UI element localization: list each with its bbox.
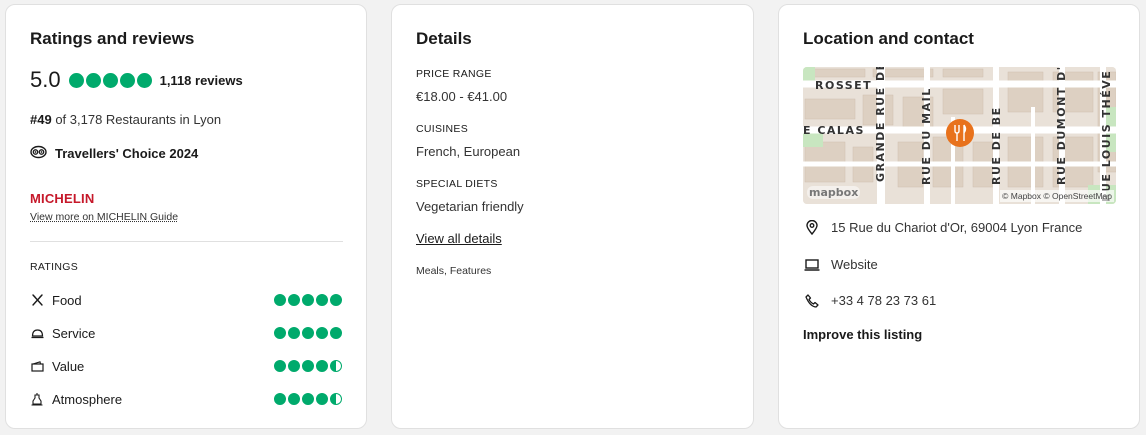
map-pin-icon	[803, 220, 821, 235]
laptop-icon	[803, 258, 821, 271]
rating-label: Food	[52, 292, 82, 308]
rating-label: Atmosphere	[52, 391, 123, 407]
travellers-choice-award: Travellers' Choice 2024	[30, 145, 198, 162]
phone-icon	[803, 293, 821, 308]
rank-text: of 3,178 Restaurants in Lyon	[51, 112, 222, 127]
cuisines-value: French, European	[416, 144, 521, 159]
rating-bubble-icon	[274, 360, 286, 372]
ratings-heading: RATINGS	[30, 261, 78, 273]
rating-bubble-icon	[85, 72, 101, 88]
ratings-card: Ratings and reviews 5.0 1,118 reviews #4…	[5, 4, 367, 429]
rating-bubble-icon	[316, 294, 328, 306]
travellers-choice-icon	[30, 145, 55, 162]
map-street-label: GRANDE RUE DE	[874, 67, 887, 182]
rating-bubble-icon	[330, 294, 342, 306]
phone-number: +33 4 78 23 73 61	[831, 293, 937, 308]
details-title: Details	[416, 29, 472, 48]
michelin-guide-link[interactable]: View more on MICHELIN Guide	[30, 211, 178, 223]
reviews-link[interactable]: 1,118 reviews	[160, 73, 243, 88]
rating-bubble-half-icon	[330, 360, 342, 372]
address-text: 15 Rue du Chariot d'Or, 69004 Lyon Franc…	[831, 220, 1083, 235]
ratings-title: Ratings and reviews	[30, 29, 195, 48]
rating-bubble-icon	[330, 327, 342, 339]
rating-bubble-icon	[102, 72, 118, 88]
map-street-label: RUE DU MAIL	[920, 87, 933, 185]
wallet-icon	[30, 360, 44, 372]
rating-bubble-icon	[302, 327, 314, 339]
rating-bubble-icon	[316, 327, 328, 339]
mapbox-logo[interactable]: mapbox	[807, 186, 861, 199]
rank-number: #49	[30, 112, 52, 127]
rating-bubble-icon	[68, 72, 84, 88]
rating-row-atmosphere: Atmosphere	[30, 389, 342, 409]
rating-bubble-icon	[136, 72, 152, 88]
phone-row[interactable]: +33 4 78 23 73 61	[803, 293, 936, 308]
cuisines-label: CUISINES	[416, 123, 468, 135]
rating-bubble-icon	[274, 327, 286, 339]
address-row[interactable]: 15 Rue du Chariot d'Or, 69004 Lyon Franc…	[803, 220, 1082, 235]
rating-bubble-half-icon	[330, 393, 342, 405]
rating-bubbles	[274, 393, 342, 405]
rating-bubble-icon	[274, 393, 286, 405]
fork-knife-icon	[30, 293, 44, 307]
meals-features-text: Meals, Features	[416, 265, 492, 277]
rating-bubbles	[68, 72, 152, 88]
website-link: Website	[831, 257, 878, 272]
overall-rating[interactable]: 5.0 1,118 reviews	[30, 67, 243, 93]
location-card: Location and contact ROSSET E CALAS GRAN…	[778, 4, 1140, 429]
rating-score: 5.0	[30, 67, 61, 92]
rating-bubble-icon	[288, 360, 300, 372]
rating-bubbles	[274, 360, 342, 372]
award-label: Travellers' Choice 2024	[55, 146, 199, 161]
rating-bubbles	[274, 327, 342, 339]
map-attribution[interactable]: © Mapbox © OpenStreetMap	[1000, 190, 1114, 202]
improve-listing-link[interactable]: Improve this listing	[803, 327, 922, 342]
price-range-label: PRICE RANGE	[416, 68, 492, 80]
rating-bubble-icon	[302, 393, 314, 405]
rating-label: Service	[52, 325, 96, 341]
location-map[interactable]: ROSSET E CALAS GRANDE RUE DE RUE DU MAIL…	[803, 67, 1116, 204]
rating-bubble-icon	[302, 360, 314, 372]
details-card: Details PRICE RANGE €18.00 - €41.00 CUIS…	[391, 4, 754, 429]
view-all-details-link[interactable]: View all details	[416, 231, 502, 246]
location-title: Location and contact	[803, 29, 974, 48]
rating-bubbles	[274, 294, 342, 306]
rating-row-service: Service	[30, 323, 342, 343]
price-range-value: €18.00 - €41.00	[416, 89, 508, 104]
website-row[interactable]: Website	[803, 257, 878, 272]
map-street-label: RUE DE BE	[990, 106, 1003, 185]
rating-bubble-icon	[288, 393, 300, 405]
restaurant-rank[interactable]: #49 of 3,178 Restaurants in Lyon	[30, 112, 221, 127]
rating-bubble-icon	[316, 393, 328, 405]
map-street-label: ROSSET	[815, 79, 873, 92]
cloche-icon	[30, 327, 44, 339]
map-street-label: E CALAS	[803, 124, 865, 137]
map-street-label: RUE DUMONT D'	[1055, 67, 1068, 185]
rating-label: Value	[52, 358, 85, 374]
rating-row-value: Value	[30, 356, 342, 376]
rating-bubble-icon	[288, 327, 300, 339]
rating-bubble-icon	[302, 294, 314, 306]
michelin-logo: MICHELIN	[30, 191, 95, 206]
rating-row-food: Food	[30, 290, 342, 310]
rating-bubble-icon	[288, 294, 300, 306]
special-diets-label: SPECIAL DIETS	[416, 178, 498, 190]
divider	[30, 241, 343, 242]
rating-bubble-icon	[316, 360, 328, 372]
special-diets-value: Vegetarian friendly	[416, 199, 524, 214]
rating-bubble-icon	[274, 294, 286, 306]
rating-bubble-icon	[119, 72, 135, 88]
cocktail-icon	[30, 392, 44, 406]
map-street-label: RUE LOUIS THÉVE	[1100, 69, 1113, 202]
